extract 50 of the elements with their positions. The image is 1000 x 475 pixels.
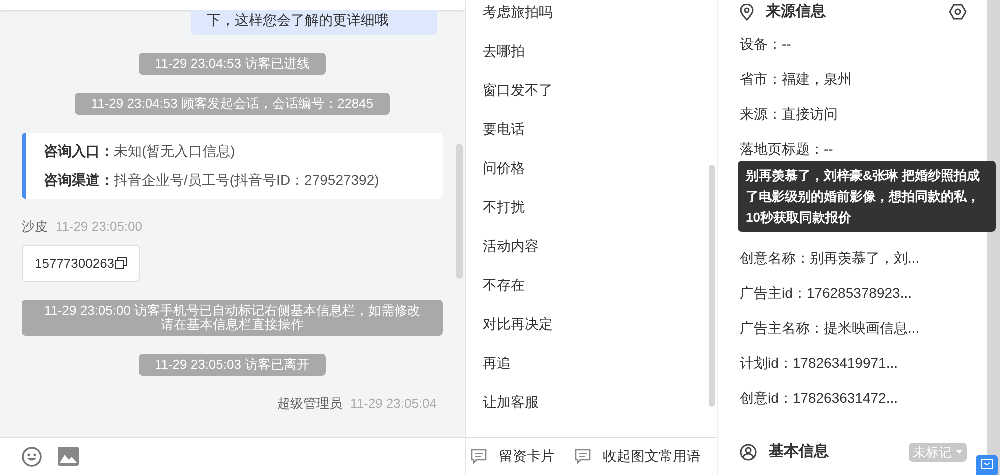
message-text: 15777300263 [35, 254, 115, 272]
location-pin-icon [740, 4, 754, 20]
phrase-item[interactable]: 窗口发不了 [483, 80, 717, 101]
message-time: 11-29 23:05:00 [56, 218, 142, 236]
message-icon [981, 459, 993, 469]
chat-icon [471, 449, 487, 464]
chat-icon [575, 449, 591, 464]
info-row-text: 计划id：178263419971... [740, 354, 899, 373]
info-value: 抖音企业号/员工号(抖音号ID：279527392) [114, 171, 380, 190]
action-button[interactable]: 留资卡片 [471, 446, 555, 467]
phrase-item[interactable]: 问价格 [483, 158, 717, 179]
copy-icon[interactable] [114, 257, 127, 270]
message-bubble: 下，这样您会了解的更详细哦 [191, 10, 437, 35]
phrase-item[interactable]: 考虑旅拍吗 [483, 2, 717, 23]
phrase-item[interactable]: 活动内容 [483, 236, 717, 257]
image-icon[interactable] [58, 447, 79, 466]
sender-name: 超级管理员 [278, 395, 342, 413]
info-row-text: 创意名称：别再羡慕了，刘... [740, 249, 921, 268]
info-label: 咨询入口： [44, 142, 114, 161]
phrase-item[interactable]: 要电话 [483, 119, 717, 140]
system-notice: 11-29 23:04:53 顾客发起会话，会话编号：22845 [75, 93, 390, 115]
phrase-item[interactable]: 对比再决定 [483, 314, 717, 335]
sender-name: 沙皮 [22, 218, 48, 236]
section-title: 来源信息 [766, 2, 827, 22]
info-row-text: 落地页标题：-- [740, 140, 834, 159]
phrase-item[interactable]: 不打扰 [483, 197, 717, 218]
info-row-text: 设备：-- [740, 35, 792, 54]
system-notice: 11-29 23:04:53 访客已进线 [138, 53, 326, 75]
caret-icon [956, 450, 963, 454]
phrase-item[interactable]: 不存在 [483, 275, 717, 296]
phrase-item[interactable]: 再追 [483, 353, 717, 374]
user-icon [740, 444, 757, 461]
emoji-icon[interactable] [22, 446, 42, 466]
eye-icon[interactable] [949, 4, 967, 20]
phrase-item[interactable]: 去哪拍 [483, 41, 717, 62]
info-row-text: 省市：福建，泉州 [740, 70, 853, 89]
info-row-text: 创意id：178263631472... [740, 389, 899, 408]
info-row-text: 广告主名称：提米映画信息... [740, 319, 921, 338]
info-label: 咨询渠道： [44, 171, 114, 190]
section-title: 基本信息 [769, 442, 830, 462]
action-button[interactable]: 收起图文常用语 [575, 446, 701, 467]
info-value: 未知(暂无入口信息) [114, 142, 236, 161]
info-row-text: 来源：直接访问 [740, 105, 839, 124]
phrase-item[interactable]: 让加客服 [483, 392, 717, 413]
info-row-text: 广告主id：176285378923... [740, 284, 913, 303]
message-time: 11-29 23:05:04 [350, 395, 437, 413]
system-notice: 11-29 23:05:03 访客已离开 [138, 354, 326, 376]
chat-button[interactable] [976, 455, 998, 475]
system-notice: 11-29 23:05:00 访客手机号已自动标记右侧基本信息栏，如需修改请在基本信息栏直接操作 [22, 300, 443, 336]
tooltip: 别再羡慕了，刘梓豪&张琳 把婚纱照拍成了电影级别的婚前影像，想拍同款的私，10秒获取同款报价 [738, 161, 996, 232]
